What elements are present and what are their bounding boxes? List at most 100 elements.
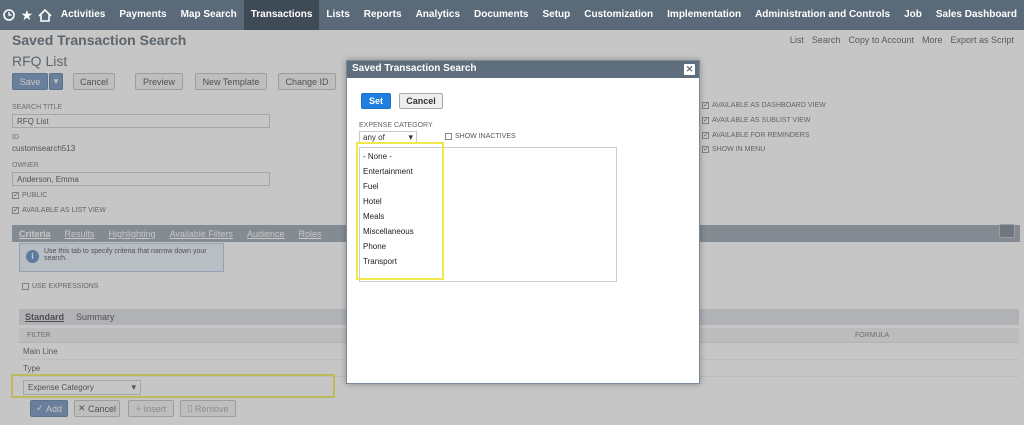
show-in-menu-label: SHOW IN MENU xyxy=(712,146,766,153)
preview-button[interactable]: Preview xyxy=(135,73,183,90)
close-icon: ✕ xyxy=(77,403,89,413)
page-actions: List Search Copy to Account More Export … xyxy=(786,35,1018,45)
list-view-label: AVAILABLE AS LIST VIEW xyxy=(22,207,107,214)
show-in-menu-checkbox[interactable]: ✓ SHOW IN MENU xyxy=(702,146,765,153)
close-icon[interactable]: ✕ xyxy=(684,64,695,75)
filter-column-header: FILTER xyxy=(27,332,51,339)
insert-row-button[interactable]: + Insert xyxy=(128,400,174,417)
id-label: ID xyxy=(12,134,19,141)
tab-highlighting[interactable]: Highlighting xyxy=(102,229,163,239)
tab-available-filters[interactable]: Available Filters xyxy=(163,229,240,239)
action-list[interactable]: List xyxy=(786,35,808,45)
checkbox-icon xyxy=(22,283,29,290)
action-copy-to-account[interactable]: Copy to Account xyxy=(844,35,918,45)
nav-map-search[interactable]: Map Search xyxy=(174,0,244,30)
row-filter-main-line: Main Line xyxy=(23,347,58,356)
insert-icon: + xyxy=(135,403,144,414)
nav-analytics[interactable]: Analytics xyxy=(409,0,467,30)
subtab-summary[interactable]: Summary xyxy=(70,312,121,322)
cancel-row-label: Cancel xyxy=(88,403,117,414)
top-nav: ★ Activities Payments Map Search Transac… xyxy=(0,0,1024,30)
check-icon: ✓ xyxy=(12,192,19,199)
check-icon: ✓ xyxy=(702,102,709,109)
nav-lists[interactable]: Lists xyxy=(319,0,356,30)
trash-icon: ▯ xyxy=(187,403,195,413)
action-export-script[interactable]: Export as Script xyxy=(946,35,1018,45)
nav-transactions[interactable]: Transactions xyxy=(243,0,320,30)
formula-column-header: FORMULA xyxy=(855,332,890,339)
nav-reports[interactable]: Reports xyxy=(357,0,409,30)
show-inactives-checkbox[interactable]: SHOW INACTIVES xyxy=(445,133,516,140)
check-icon: ✓ xyxy=(702,132,709,139)
page-title: Saved Transaction Search xyxy=(12,32,187,48)
reminders-checkbox[interactable]: ✓ AVAILABLE FOR REMINDERS xyxy=(702,132,809,139)
history-icon[interactable] xyxy=(0,0,18,30)
tab-criteria[interactable]: Criteria xyxy=(12,229,58,239)
modal-title: Saved Transaction Search xyxy=(352,63,477,74)
operator-value: any of xyxy=(363,133,385,142)
add-row-button[interactable]: ✓ Add xyxy=(30,400,68,417)
sublist-view-label: AVAILABLE AS SUBLIST VIEW xyxy=(712,117,811,124)
set-button[interactable]: Set xyxy=(361,93,391,109)
nav-administration[interactable]: Administration and Controls xyxy=(748,0,897,30)
action-search[interactable]: Search xyxy=(808,35,845,45)
modal-header: Saved Transaction Search ✕ xyxy=(347,61,699,78)
nav-payments[interactable]: Payments xyxy=(112,0,173,30)
list-view-checkbox[interactable]: ✓ AVAILABLE AS LIST VIEW xyxy=(12,207,106,214)
info-icon: i xyxy=(26,250,39,263)
cancel-row-button[interactable]: ✕ Cancel xyxy=(74,400,120,417)
check-icon: ✓ xyxy=(35,403,47,413)
record-title: RFQ List xyxy=(12,53,68,69)
reminders-label: AVAILABLE FOR REMINDERS xyxy=(712,132,810,139)
public-label: PUBLIC xyxy=(22,192,48,199)
tab-results[interactable]: Results xyxy=(58,229,102,239)
collapse-icon[interactable] xyxy=(999,224,1015,238)
nav-job[interactable]: Job xyxy=(897,0,929,30)
search-title-label: SEARCH TITLE xyxy=(12,104,63,111)
check-icon: ✓ xyxy=(702,146,709,153)
show-inactives-label: SHOW INACTIVES xyxy=(455,133,516,140)
public-checkbox[interactable]: ✓ PUBLIC xyxy=(12,192,47,199)
star-icon[interactable]: ★ xyxy=(18,0,36,30)
nav-customization[interactable]: Customization xyxy=(577,0,660,30)
row-filter-type: Type xyxy=(23,364,41,373)
highlight-box-filter xyxy=(11,374,335,398)
owner-field[interactable]: Anderson, Emma xyxy=(12,172,270,186)
check-icon: ✓ xyxy=(12,207,19,214)
dashboard-view-checkbox[interactable]: ✓ AVAILABLE AS DASHBOARD VIEW xyxy=(702,102,826,109)
nav-documents[interactable]: Documents xyxy=(467,0,535,30)
highlight-box-options xyxy=(356,142,444,280)
new-template-button[interactable]: New Template xyxy=(195,73,267,90)
owner-label: OWNER xyxy=(12,162,39,169)
save-dropdown-button[interactable]: ▾ xyxy=(49,73,63,90)
criteria-info-text: Use this tab to specify criteria that na… xyxy=(44,248,207,262)
subtab-standard[interactable]: Standard xyxy=(19,312,70,322)
home-icon[interactable] xyxy=(36,0,54,30)
action-more[interactable]: More xyxy=(918,35,947,45)
criteria-info-box: i Use this tab to specify criteria that … xyxy=(19,243,224,272)
nav-sales-dashboard[interactable]: Sales Dashboard xyxy=(929,0,1024,30)
tab-audience[interactable]: Audience xyxy=(240,229,292,239)
checkbox-icon xyxy=(445,133,452,140)
insert-row-label: Insert xyxy=(143,403,167,414)
tab-roles[interactable]: Roles xyxy=(291,229,328,239)
search-title-field[interactable]: RFQ List xyxy=(12,114,270,128)
nav-setup[interactable]: Setup xyxy=(535,0,577,30)
use-expressions-label: USE EXPRESSIONS xyxy=(32,283,99,290)
id-value: customsearch513 xyxy=(12,144,76,153)
save-button[interactable]: Save xyxy=(12,73,48,90)
expense-category-label: EXPENSE CATEGORY xyxy=(359,122,433,129)
add-row-label: Add xyxy=(46,403,63,414)
nav-activities[interactable]: Activities xyxy=(54,0,112,30)
change-id-button[interactable]: Change ID xyxy=(278,73,336,90)
saved-search-modal: Saved Transaction Search ✕ Set Cancel EX… xyxy=(346,60,700,384)
dashboard-view-label: AVAILABLE AS DASHBOARD VIEW xyxy=(712,102,826,109)
remove-row-label: Remove xyxy=(194,403,229,414)
nav-implementation[interactable]: Implementation xyxy=(660,0,748,30)
use-expressions-checkbox[interactable]: USE EXPRESSIONS xyxy=(22,283,99,290)
check-icon: ✓ xyxy=(702,117,709,124)
modal-cancel-button[interactable]: Cancel xyxy=(399,93,443,109)
sublist-view-checkbox[interactable]: ✓ AVAILABLE AS SUBLIST VIEW xyxy=(702,117,810,124)
remove-row-button[interactable]: ▯ Remove xyxy=(180,400,236,417)
cancel-button[interactable]: Cancel xyxy=(73,73,115,90)
